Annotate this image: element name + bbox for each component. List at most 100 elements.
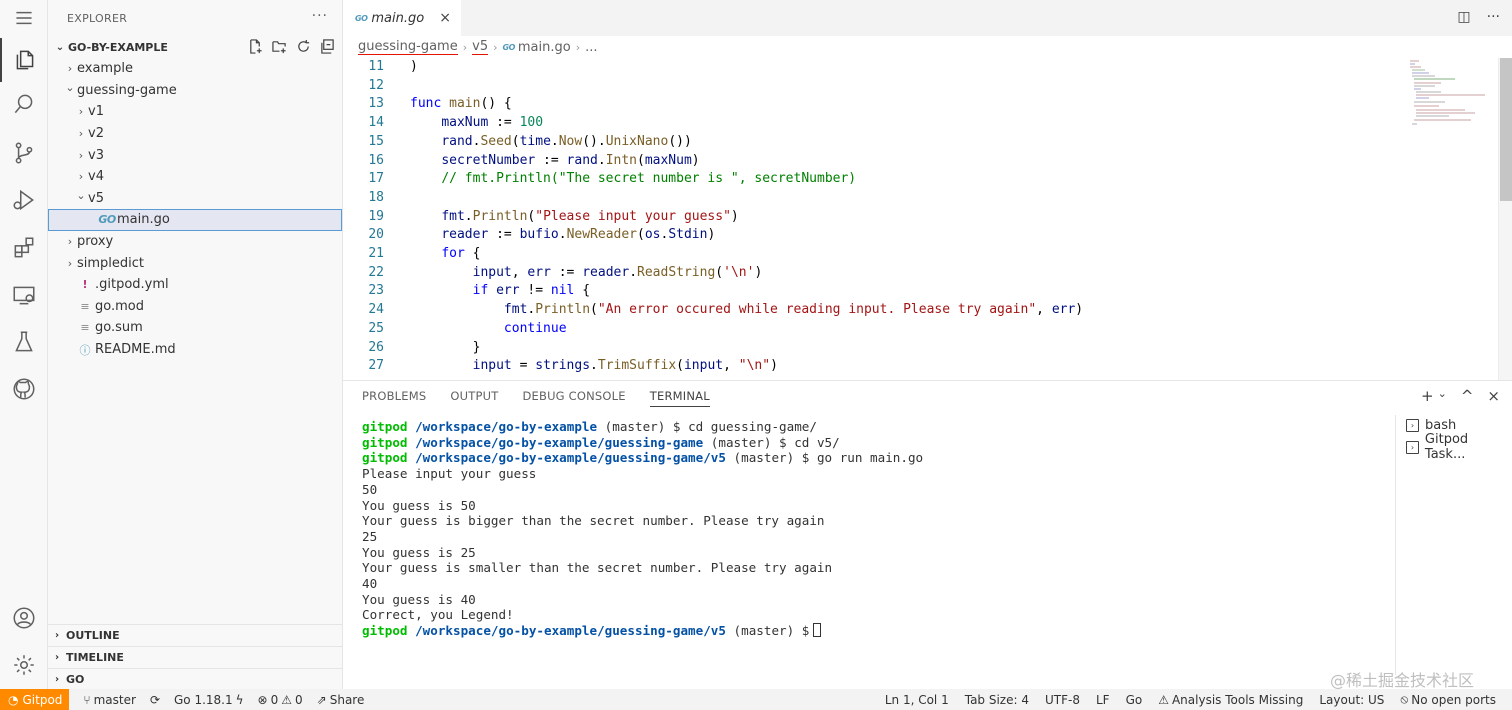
code-editor[interactable]: 11) 12 13 func main() {14 maxNum := 100 15 r…: [343, 58, 1405, 380]
terminal-instance-gitpod-task[interactable]: › Gitpod Task...: [1406, 432, 1512, 462]
remote-explorer-icon[interactable]: [0, 273, 48, 317]
terminal-line: gitpod /workspace/go-by-example/guessing…: [362, 435, 840, 451]
problems-indicator[interactable]: ⊗ 0 ⚠ 0: [258, 693, 303, 707]
tree-item-label: v2: [88, 126, 104, 142]
code-text: secretNumber := rand.Intn(maxNum): [410, 152, 699, 171]
tree-item[interactable]: ⌄ v5: [48, 188, 342, 210]
branch-indicator[interactable]: ⑂ master: [83, 693, 136, 707]
accounts-icon[interactable]: [0, 596, 48, 640]
code-token: "Please input your guess": [535, 208, 731, 224]
new-folder-icon[interactable]: [270, 37, 288, 55]
github-icon[interactable]: [0, 367, 48, 411]
terminal-text: 25: [362, 528, 378, 544]
code-token: secretNumber: [441, 152, 536, 168]
refresh-icon[interactable]: [294, 37, 312, 55]
code-line: 24 fmt.Println("An error occured while r…: [343, 301, 1405, 320]
terminal-output[interactable]: gitpod /workspace/go-by-example (master)…: [362, 419, 1392, 679]
terminal-line: 40: [362, 576, 377, 592]
close-icon[interactable]: ×: [439, 10, 451, 26]
language-mode[interactable]: Go: [1126, 693, 1143, 707]
panel-tabs: PROBLEMS OUTPUT DEBUG CONSOLE TERMINAL: [362, 389, 710, 407]
new-terminal-icon[interactable]: +: [1421, 387, 1434, 405]
analysis-tools-warning[interactable]: ⚠ Analysis Tools Missing: [1158, 693, 1303, 707]
breadcrumb-item[interactable]: guessing-game: [358, 39, 458, 55]
code-token: // fmt.Println("The secret number is ", …: [441, 171, 857, 187]
code-token: NewReader: [566, 227, 638, 243]
tree-item[interactable]: ≡ go.mod: [48, 296, 342, 318]
tab-size[interactable]: Tab Size: 4: [965, 693, 1029, 707]
extensions-icon[interactable]: [0, 226, 48, 270]
code-token: main: [449, 96, 481, 112]
outline-section[interactable]: › OUTLINE: [48, 624, 342, 646]
chevron-right-icon: ›: [67, 235, 73, 249]
search-icon[interactable]: [0, 82, 48, 126]
code-text: maxNum := 100: [410, 114, 543, 133]
editor-scrollbar-thumb[interactable]: [1500, 58, 1512, 201]
menu-icon[interactable]: [0, 0, 48, 36]
keyboard-layout[interactable]: Layout: US: [1319, 693, 1384, 707]
tab-terminal[interactable]: TERMINAL: [649, 389, 710, 407]
tab-main-go[interactable]: GO main.go ×: [343, 0, 461, 36]
line-number: 22: [368, 264, 384, 280]
go-version-indicator[interactable]: Go 1.18.1 ϟ: [174, 693, 244, 707]
tree-item[interactable]: › v1: [48, 101, 342, 123]
breadcrumb-item[interactable]: main.go: [518, 40, 571, 55]
split-editor-icon[interactable]: ◫: [1457, 9, 1470, 25]
run-debug-icon[interactable]: [0, 178, 48, 222]
code-line: 23 if err != nil {: [343, 282, 1405, 301]
tab-output[interactable]: OUTPUT: [450, 389, 498, 407]
chevron-down-icon[interactable]: ⌄: [1438, 387, 1447, 405]
tree-item[interactable]: › proxy: [48, 231, 342, 253]
code-line: 21 for {: [343, 245, 1405, 264]
project-actions: [246, 37, 336, 55]
more-actions-icon[interactable]: ···: [1487, 9, 1500, 25]
terminal-line: gitpod /workspace/go-by-example/guessing…: [362, 450, 923, 466]
encoding[interactable]: UTF-8: [1045, 693, 1080, 707]
code-line: 15 rand.Seed(time.Now().UnixNano()): [343, 133, 1405, 152]
code-line: 19 fmt.Println("Please input your guess"…: [343, 208, 1405, 227]
tree-item[interactable]: › v2: [48, 123, 342, 145]
breadcrumb-item[interactable]: v5: [472, 39, 489, 55]
more-actions-icon[interactable]: ···: [312, 8, 328, 24]
share-button[interactable]: ⇗ Share: [317, 693, 365, 707]
minimap[interactable]: [1405, 58, 1498, 380]
code-text: }: [410, 339, 481, 358]
ports-indicator[interactable]: ⦸ No open ports: [1400, 692, 1496, 707]
terminal-text: Please input your guess: [362, 466, 537, 482]
collapse-all-icon[interactable]: [318, 37, 336, 55]
breadcrumb-item[interactable]: ...: [585, 40, 597, 55]
tree-item[interactable]: ≡ go.sum: [48, 317, 342, 339]
maximize-panel-icon[interactable]: ^: [1461, 387, 1474, 405]
end-of-line[interactable]: LF: [1096, 693, 1110, 707]
tab-problems[interactable]: PROBLEMS: [362, 389, 426, 407]
tree-item[interactable]: › v3: [48, 144, 342, 166]
tree-item[interactable]: ⌄ guessing-game: [48, 80, 342, 102]
tab-debug-console[interactable]: DEBUG CONSOLE: [522, 389, 625, 407]
code-token: ): [730, 208, 739, 224]
gitpod-button[interactable]: ◔ Gitpod: [0, 689, 70, 710]
tree-item[interactable]: › example: [48, 58, 342, 80]
sync-button[interactable]: ⟳: [150, 693, 160, 707]
timeline-section[interactable]: › TIMELINE: [48, 646, 342, 668]
tree-item[interactable]: ⓘ README.md: [48, 339, 342, 361]
new-file-icon[interactable]: [246, 37, 264, 55]
tree-item[interactable]: › simpledict: [48, 252, 342, 274]
testing-icon[interactable]: [0, 320, 48, 364]
tree-item[interactable]: › v4: [48, 166, 342, 188]
tree-item[interactable]: GO main.go: [48, 209, 342, 231]
close-panel-icon[interactable]: ×: [1487, 387, 1500, 405]
tree-item[interactable]: ! .gitpod.yml: [48, 274, 342, 296]
settings-gear-icon[interactable]: [0, 643, 48, 687]
warning-count: 0: [295, 692, 303, 707]
code-token: () {: [480, 96, 512, 112]
go-section[interactable]: › GO: [48, 668, 342, 690]
explorer-icon[interactable]: [0, 38, 48, 82]
status-bar-right: Ln 1, Col 1 Tab Size: 4 UTF-8 LF Go ⚠ An…: [885, 689, 1512, 710]
chevron-right-icon: ›: [78, 148, 84, 162]
source-control-icon[interactable]: [0, 131, 48, 175]
cursor-position[interactable]: Ln 1, Col 1: [885, 693, 949, 707]
